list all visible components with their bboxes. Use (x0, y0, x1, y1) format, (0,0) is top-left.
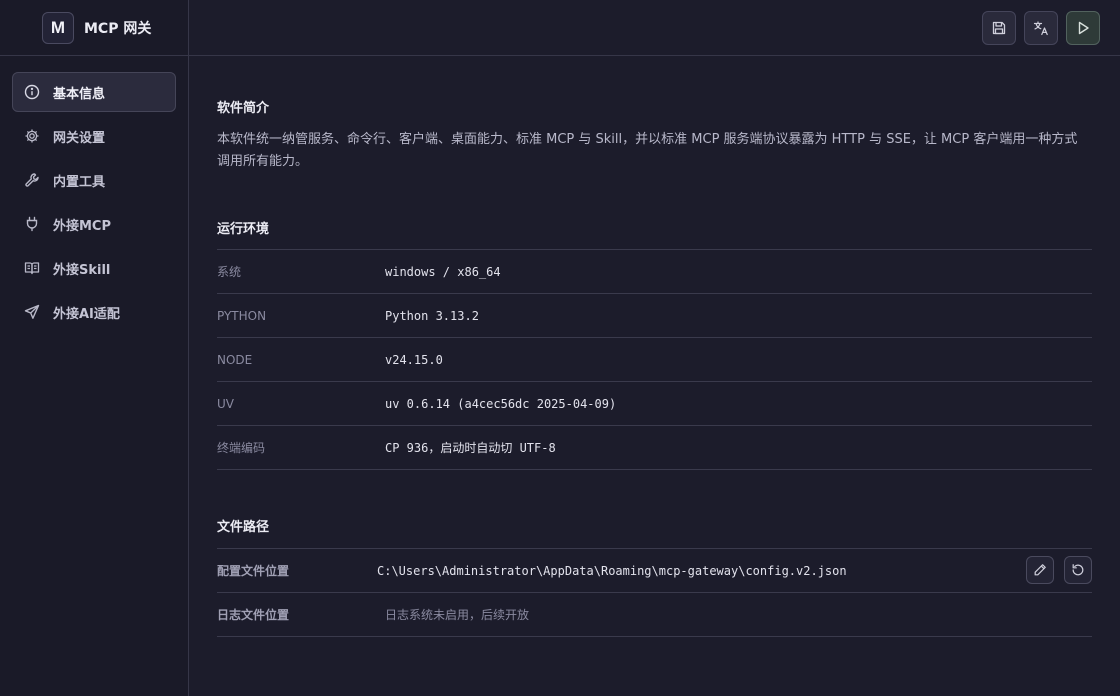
log-path-label: 日志文件位置 (217, 608, 290, 622)
env-key: NODE (217, 352, 253, 367)
app-logo: M (42, 11, 74, 44)
sidebar-item-label: 基本信息 (53, 86, 106, 102)
gear-icon (24, 128, 40, 144)
config-path-label: 配置文件位置 (217, 564, 290, 578)
book-icon (24, 260, 40, 276)
sidebar-item-label: 内置工具 (53, 174, 106, 190)
env-key: UV (217, 396, 234, 411)
env-row-uv: UV uv 0.6.14 (a4cec56dc 2025-04-09) (217, 382, 1092, 426)
sidebar-item-external-ai[interactable]: 外接AI适配 (12, 292, 176, 332)
env-value: v24.15.0 (385, 352, 443, 367)
sidebar: M MCP 网关 基本信息 网关设置 内置工具 外接MCP 外接Skill 外接… (0, 0, 189, 696)
env-row-system: 系统 windows / x86_64 (217, 250, 1092, 294)
sidebar-nav: 基本信息 网关设置 内置工具 外接MCP 外接Skill 外接AI适配 (0, 56, 188, 332)
translate-icon (1033, 20, 1049, 36)
sidebar-item-external-mcp[interactable]: 外接MCP (12, 204, 176, 244)
sidebar-item-label: 外接MCP (53, 218, 112, 234)
env-row-node: NODE v24.15.0 (217, 338, 1092, 382)
sidebar-item-gateway-settings[interactable]: 网关设置 (12, 116, 176, 156)
play-icon (1075, 20, 1091, 36)
wrench-icon (24, 172, 40, 188)
env-value: Python 3.13.2 (385, 308, 479, 323)
sidebar-item-label: 外接Skill (53, 262, 111, 278)
top-toolbar (189, 0, 1120, 56)
brand: M MCP 网关 (0, 0, 188, 56)
log-path-value: 日志系统未启用，后续开放 (385, 608, 530, 622)
save-icon (991, 20, 1007, 36)
paths-title: 文件路径 (217, 520, 270, 535)
env-table: 系统 windows / x86_64 PYTHON Python 3.13.2… (217, 249, 1092, 470)
save-button[interactable] (982, 11, 1016, 45)
config-path-row: 配置文件位置 C:\Users\Administrator\AppData\Ro… (217, 549, 1092, 593)
sidebar-item-builtin-tools[interactable]: 内置工具 (12, 160, 176, 200)
app-title: MCP 网关 (84, 20, 152, 37)
main-content: 软件简介 本软件统一纳管服务、命令行、客户端、桌面能力、标准 MCP 与 Ski… (189, 57, 1120, 696)
env-value: uv 0.6.14 (a4cec56dc 2025-04-09) (385, 396, 617, 411)
log-path-row: 日志文件位置 日志系统未启用，后续开放 (217, 593, 1092, 637)
send-icon (24, 304, 40, 320)
sidebar-item-label: 外接AI适配 (53, 306, 120, 322)
env-row-terminal-encoding: 终端编码 CP 936，启动时自动切 UTF-8 (217, 426, 1092, 470)
config-path-value: C:\Users\Administrator\AppData\Roaming\m… (377, 563, 847, 578)
app-window: M MCP 网关 基本信息 网关设置 内置工具 外接MCP 外接Skill 外接… (0, 0, 1120, 696)
paths-table: 配置文件位置 C:\Users\Administrator\AppData\Ro… (217, 548, 1092, 637)
plug-icon (24, 216, 40, 232)
info-icon (24, 84, 40, 100)
env-row-python: PYTHON Python 3.13.2 (217, 294, 1092, 338)
intro-text: 本软件统一纳管服务、命令行、客户端、桌面能力、标准 MCP 与 Skill，并以… (217, 132, 1078, 169)
run-button[interactable] (1066, 11, 1100, 45)
env-key: PYTHON (217, 308, 267, 323)
translate-button[interactable] (1024, 11, 1058, 45)
intro-title: 软件简介 (217, 101, 270, 116)
env-key: 系统 (217, 265, 242, 279)
sidebar-item-basic-info[interactable]: 基本信息 (12, 72, 176, 112)
env-value: windows / x86_64 (385, 264, 501, 279)
edit-config-path-button[interactable] (1026, 556, 1054, 584)
pencil-icon (1033, 563, 1047, 577)
env-title: 运行环境 (217, 222, 270, 237)
sidebar-item-external-skill[interactable]: 外接Skill (12, 248, 176, 288)
env-value: CP 936，启动时自动切 UTF-8 (385, 441, 556, 455)
env-key: 终端编码 (217, 441, 266, 455)
config-path-actions (1026, 556, 1092, 584)
reset-icon (1071, 563, 1085, 577)
reset-config-path-button[interactable] (1064, 556, 1092, 584)
sidebar-item-label: 网关设置 (53, 130, 106, 146)
